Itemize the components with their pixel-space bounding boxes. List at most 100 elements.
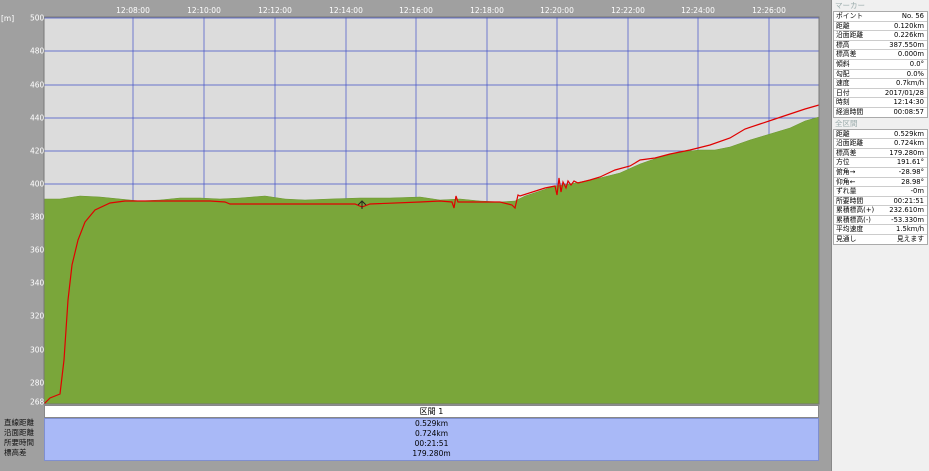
overall-info-row: ずれ量 -0m (834, 187, 927, 197)
x-tick-label: 12:08:00 (116, 6, 150, 15)
info-value: 0.0° (909, 59, 924, 68)
overall-info-row: 累積標高(-) -53.330m (834, 216, 927, 226)
info-value: 0.529km (893, 129, 924, 138)
overall-info-row: 累積標高(+) 232.610m (834, 206, 927, 216)
info-key: 距離 (836, 129, 850, 138)
section-label: 標高差 (4, 448, 27, 457)
section-values: 0.529km 0.724km 00:21:51 179.280m (44, 418, 819, 461)
section-labels: 直線距離 沿面距離 所要時間 標高差 (0, 418, 44, 458)
y-tick-label: 400 (30, 179, 45, 189)
info-value: 232.610m (889, 206, 924, 215)
info-key: 見通し (836, 235, 857, 244)
section-label: 所要時間 (4, 438, 34, 447)
info-value: 見えます (896, 235, 924, 244)
info-key: ポイント (836, 12, 864, 20)
info-value: 00:21:51 (893, 196, 924, 205)
y-tick-label: 500 (30, 13, 45, 23)
marker-info-row: 距離 0.120km (834, 22, 927, 32)
x-tick-label: 12:12:00 (258, 6, 292, 15)
y-tick-label: 320 (30, 311, 45, 321)
info-key: 距離 (836, 21, 850, 30)
info-key: 標高差 (836, 50, 857, 59)
info-value: 0.226km (893, 31, 924, 40)
y-tick-label: 380 (30, 212, 45, 222)
section-label: 直線距離 (4, 418, 34, 427)
info-value: 179.280m (889, 148, 924, 157)
info-value: 0.000m (897, 50, 924, 59)
section-value: 179.280m (412, 449, 451, 458)
marker-info-row: 時刻 12:14:30 (834, 98, 927, 108)
marker-info-table: ポイント No. 56 距離 0.120km 沿面距離 0.226km 標高 387.550m… (833, 11, 928, 118)
info-value: 00:08:57 (893, 107, 924, 116)
info-value: 0.724km (893, 139, 924, 148)
x-tick-label: 12:16:00 (399, 6, 433, 15)
y-tick-label: 480 (30, 46, 45, 56)
overall-info-row: 沿面距離 0.724km (834, 139, 927, 149)
y-tick-label: 268 (30, 397, 45, 407)
marker-info-row: 経過時間 00:08:57 (834, 108, 927, 117)
marker-info-row: 傾斜 0.0° (834, 60, 927, 70)
info-key: 仰角← (836, 177, 856, 186)
overall-info-row: 所要時間 00:21:51 (834, 197, 927, 207)
marker-panel-title: マーカー (832, 0, 929, 11)
info-key: 平均速度 (836, 225, 864, 234)
y-tick-label: 280 (30, 378, 45, 388)
marker-info-row: 勾配 0.0% (834, 70, 927, 80)
info-value: 0.0% (906, 69, 924, 78)
section-header[interactable]: 区間 1 (44, 405, 819, 418)
y-axis-unit-label: [m] (1, 14, 15, 23)
info-key: 所要時間 (836, 196, 864, 205)
info-key: 標高差 (836, 148, 857, 157)
info-key: 俯角→ (836, 167, 856, 176)
section-value: 0.724km (414, 429, 449, 438)
overall-info-row: 仰角← 28.98° (834, 178, 927, 188)
section-summary-panel: 区間 1 0.529km 0.724km 00:21:51 179.280m (44, 405, 819, 461)
overall-info-row: 俯角→ -28.98° (834, 168, 927, 178)
info-value: No. 56 (901, 12, 924, 20)
info-value: -53.330m (891, 215, 924, 224)
info-key: 傾斜 (836, 59, 850, 68)
info-key: 日付 (836, 88, 850, 97)
section-value: 00:21:51 (414, 439, 449, 448)
info-key: 勾配 (836, 69, 850, 78)
x-tick-label: 12:22:00 (611, 6, 645, 15)
marker-info-row: 標高差 0.000m (834, 50, 927, 60)
info-key: ずれ量 (836, 187, 857, 196)
info-key: 経過時間 (836, 107, 864, 116)
info-value: 387.550m (889, 40, 924, 49)
x-tick-label: 12:18:00 (470, 6, 504, 15)
info-value: 0.120km (893, 21, 924, 30)
overall-info-row: 方位 191.61° (834, 158, 927, 168)
marker-info-row: 標高 387.550m (834, 41, 927, 51)
info-value: 12:14:30 (893, 98, 924, 107)
x-tick-label: 12:20:00 (540, 6, 574, 15)
marker-info-row: 速度 0.7km/h (834, 79, 927, 89)
info-key: 標高 (836, 40, 850, 49)
x-tick-label: 12:24:00 (681, 6, 715, 15)
section-value: 0.529km (414, 419, 449, 428)
x-tick-label: 12:14:00 (329, 6, 363, 15)
overall-info-row: 距離 0.529km (834, 130, 927, 140)
info-value: 28.98° (901, 177, 924, 186)
info-value: 0.7km/h (896, 79, 924, 88)
y-tick-label: 440 (30, 113, 45, 123)
overall-info-row: 平均速度 1.5km/h (834, 225, 927, 236)
x-tick-label: 12:26:00 (752, 6, 786, 15)
overall-info-row: 見通し 見えます (834, 235, 927, 244)
y-tick-label: 420 (30, 146, 45, 156)
info-key: 沿面距離 (836, 139, 864, 148)
overall-panel-title: 全区間 (832, 117, 929, 129)
y-tick-label: 360 (30, 245, 45, 255)
info-value: -0m (910, 187, 924, 196)
elevation-chart-svg[interactable] (0, 0, 831, 405)
info-value: 1.5km/h (896, 225, 924, 234)
overall-info-table: 距離 0.529km 沿面距離 0.724km 標高差 179.280m 方位 191.61°… (833, 128, 928, 245)
marker-info-row: 日付 2017/01/28 (834, 89, 927, 99)
marker-info-row: 沿面距離 0.226km (834, 31, 927, 41)
marker-info-row: ポイント No. 56 (834, 12, 927, 22)
elevation-chart[interactable]: [m] 12:08:00 12:10:00 12:12:00 12:14:00 12:1… (0, 0, 831, 407)
info-side-panel: マーカー ポイント No. 56 距離 0.120km 沿面距離 0.226km 標高 387… (831, 0, 929, 471)
info-value: 191.61° (896, 158, 924, 167)
info-key: 沿面距離 (836, 31, 864, 40)
overall-info-row: 標高差 179.280m (834, 149, 927, 159)
